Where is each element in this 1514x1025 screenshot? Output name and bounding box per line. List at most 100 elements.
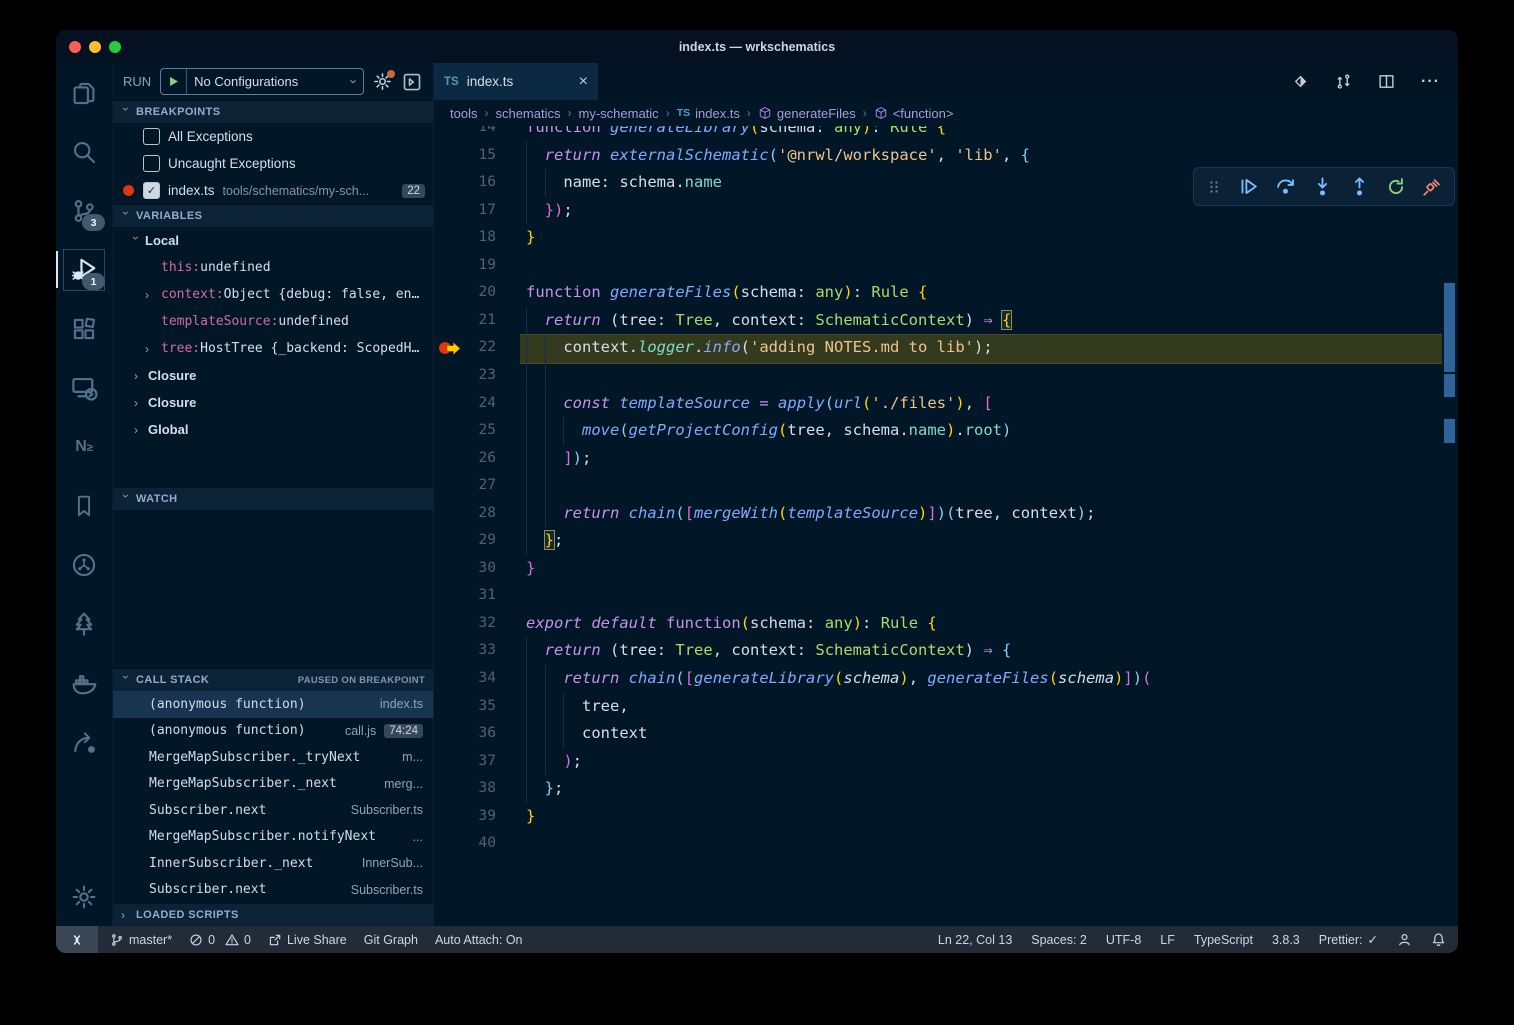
breakpoint-checkbox[interactable] — [143, 128, 160, 145]
code-token: { — [1002, 311, 1011, 329]
compare-changes-button[interactable] — [1335, 73, 1352, 90]
call-stack-frame[interactable]: MergeMapSubscriber._nextmerg... — [113, 771, 433, 798]
breadcrumb-item[interactable]: schematics — [495, 106, 560, 121]
status-item-warnings[interactable]: 0 — [225, 933, 251, 947]
activity-item-extensions[interactable] — [56, 299, 112, 358]
variables-scope-local[interactable]: ›Local — [113, 227, 433, 254]
code-text: const templateSource = apply(url('./file… — [526, 390, 993, 418]
breadcrumb-separator-icon: › — [863, 106, 867, 120]
line-number: 33 — [434, 637, 496, 665]
breadcrumb-item[interactable]: generateFiles — [758, 106, 856, 121]
status-item-indentation[interactable]: Spaces: 2 — [1031, 933, 1087, 947]
activity-item-timeline[interactable] — [56, 535, 112, 594]
variable-row[interactable]: ›tree: HostTree {_backend: ScopedH… — [113, 335, 433, 362]
status-item-ts-version[interactable]: 3.8.3 — [1272, 933, 1300, 947]
watch-header[interactable]: › WATCH — [113, 487, 433, 510]
call-stack-frame[interactable]: InnerSubscriber._nextInnerSub... — [113, 850, 433, 877]
status-item-prettier[interactable]: Prettier:✓ — [1319, 932, 1378, 947]
activity-item-nx-console[interactable]: N≥ — [56, 417, 112, 476]
variables-scope-closure[interactable]: ›Closure — [113, 389, 433, 416]
breakpoint-row[interactable]: All Exceptions — [113, 123, 433, 150]
code-token — [526, 311, 545, 329]
breakpoints-header[interactable]: › BREAKPOINTS — [113, 100, 433, 123]
variables-header[interactable]: › VARIABLES — [113, 204, 433, 227]
status-item-cursor-position[interactable]: Ln 22, Col 13 — [938, 933, 1012, 947]
breakpoint-row[interactable]: Uncaught Exceptions — [113, 150, 433, 177]
more-actions-button[interactable]: ··· — [1421, 73, 1440, 91]
activity-item-run-and-debug[interactable]: 1 — [56, 240, 112, 299]
activity-item-explorer[interactable] — [56, 63, 112, 122]
zoom-window-button[interactable] — [109, 41, 121, 53]
remote-indicator[interactable] — [56, 926, 98, 953]
status-item-language-mode[interactable]: TypeScript — [1194, 933, 1253, 947]
call-stack-frame[interactable]: (anonymous function)index.ts — [113, 691, 433, 718]
call-stack-frame[interactable]: MergeMapSubscriber.notifyNext... — [113, 824, 433, 851]
status-item-encoding[interactable]: UTF-8 — [1106, 933, 1141, 947]
step-into-button[interactable] — [1312, 176, 1333, 197]
call-stack-frame[interactable]: Subscriber.nextSubscriber.ts — [113, 797, 433, 824]
call-stack-header[interactable]: › CALL STACK PAUSED ON BREAKPOINT — [113, 668, 433, 691]
status-item-feedback[interactable] — [1397, 932, 1412, 947]
breakpoint-row[interactable]: ✓index.tstools/schematics/my-sch...22 — [113, 177, 433, 204]
activity-item-manage[interactable] — [56, 867, 112, 926]
step-out-button[interactable] — [1349, 176, 1370, 197]
call-stack-frame[interactable]: (anonymous function)call.js74:24 — [113, 718, 433, 745]
variables-scope-closure[interactable]: ›Closure — [113, 362, 433, 389]
tab-index-ts[interactable]: TS index.ts × — [434, 63, 598, 100]
close-window-button[interactable] — [69, 41, 81, 53]
breadcrumb-item[interactable]: TSindex.ts — [677, 106, 740, 121]
start-debug-icon[interactable] — [168, 76, 179, 87]
variable-row[interactable]: this: undefined — [113, 254, 433, 281]
variable-row[interactable]: ›context: Object {debug: false, en… — [113, 281, 433, 308]
drag-handle-button[interactable] — [1206, 179, 1222, 195]
breakpoint-checkbox[interactable] — [143, 155, 160, 172]
variables-scope-global[interactable]: ›Global — [113, 416, 433, 443]
line-number: 23 — [434, 362, 496, 390]
activity-item-gitlens[interactable] — [56, 712, 112, 771]
code-editor[interactable]: 14function generateLibrary(schema: any):… — [434, 126, 1458, 926]
breadcrumb-item[interactable]: tools — [450, 106, 477, 121]
title-bar: index.ts — wrkschematics — [56, 30, 1458, 63]
gitlens-compare-button[interactable] — [1292, 73, 1309, 90]
line-number: 18 — [434, 224, 496, 252]
step-over-button[interactable] — [1275, 176, 1296, 197]
activity-item-source-control[interactable]: 3 — [56, 181, 112, 240]
status-item-git-graph[interactable]: Git Graph — [364, 933, 418, 947]
debug-console-icon[interactable] — [401, 71, 423, 93]
activity-item-docker[interactable] — [56, 653, 112, 712]
disconnect-button[interactable] — [1422, 177, 1442, 197]
status-item-branch[interactable]: master* — [110, 933, 172, 947]
line-number: 27 — [434, 472, 496, 500]
status-item-eol[interactable]: LF — [1160, 933, 1175, 947]
status-item-live-share[interactable]: Live Share — [268, 933, 347, 947]
code-token: : — [806, 614, 825, 632]
activity-item-bookmarks[interactable] — [56, 476, 112, 535]
configure-gear-icon[interactable] — [373, 72, 392, 91]
activity-item-remote-explorer[interactable] — [56, 358, 112, 417]
continue-button[interactable] — [1238, 176, 1259, 197]
breakpoint-checkbox[interactable]: ✓ — [143, 182, 160, 199]
loaded-scripts-header[interactable]: › LOADED SCRIPTS — [113, 903, 433, 926]
code-token: context — [1011, 504, 1076, 522]
close-tab-icon[interactable]: × — [579, 74, 588, 90]
status-item-auto-attach[interactable]: Auto Attach: On — [435, 933, 523, 947]
launch-config-dropdown[interactable]: No Configurations › — [160, 68, 364, 95]
status-item-errors[interactable]: 0 — [189, 933, 215, 947]
code-token: ( — [825, 394, 834, 412]
minimize-window-button[interactable] — [89, 41, 101, 53]
status-item-notifications[interactable] — [1431, 932, 1446, 947]
variable-row[interactable]: templateSource: undefined — [113, 308, 433, 335]
code-text: export default function(schema: any): Ru… — [526, 610, 937, 638]
split-editor-button[interactable] — [1378, 73, 1395, 90]
branch-icon — [110, 933, 124, 947]
variable-name: this: — [161, 260, 200, 275]
restart-button[interactable] — [1386, 177, 1406, 197]
breakpoint-label: Uncaught Exceptions — [168, 156, 296, 171]
call-stack-frame[interactable]: MergeMapSubscriber._tryNextm... — [113, 744, 433, 771]
breadcrumb-item[interactable]: my-schematic — [579, 106, 659, 121]
call-stack-frame[interactable]: Subscriber.nextSubscriber.ts — [113, 877, 433, 904]
code-token: function — [526, 283, 610, 301]
activity-item-search[interactable] — [56, 122, 112, 181]
breadcrumb-item[interactable]: <function> — [874, 106, 954, 121]
activity-item-testing[interactable] — [56, 594, 112, 653]
